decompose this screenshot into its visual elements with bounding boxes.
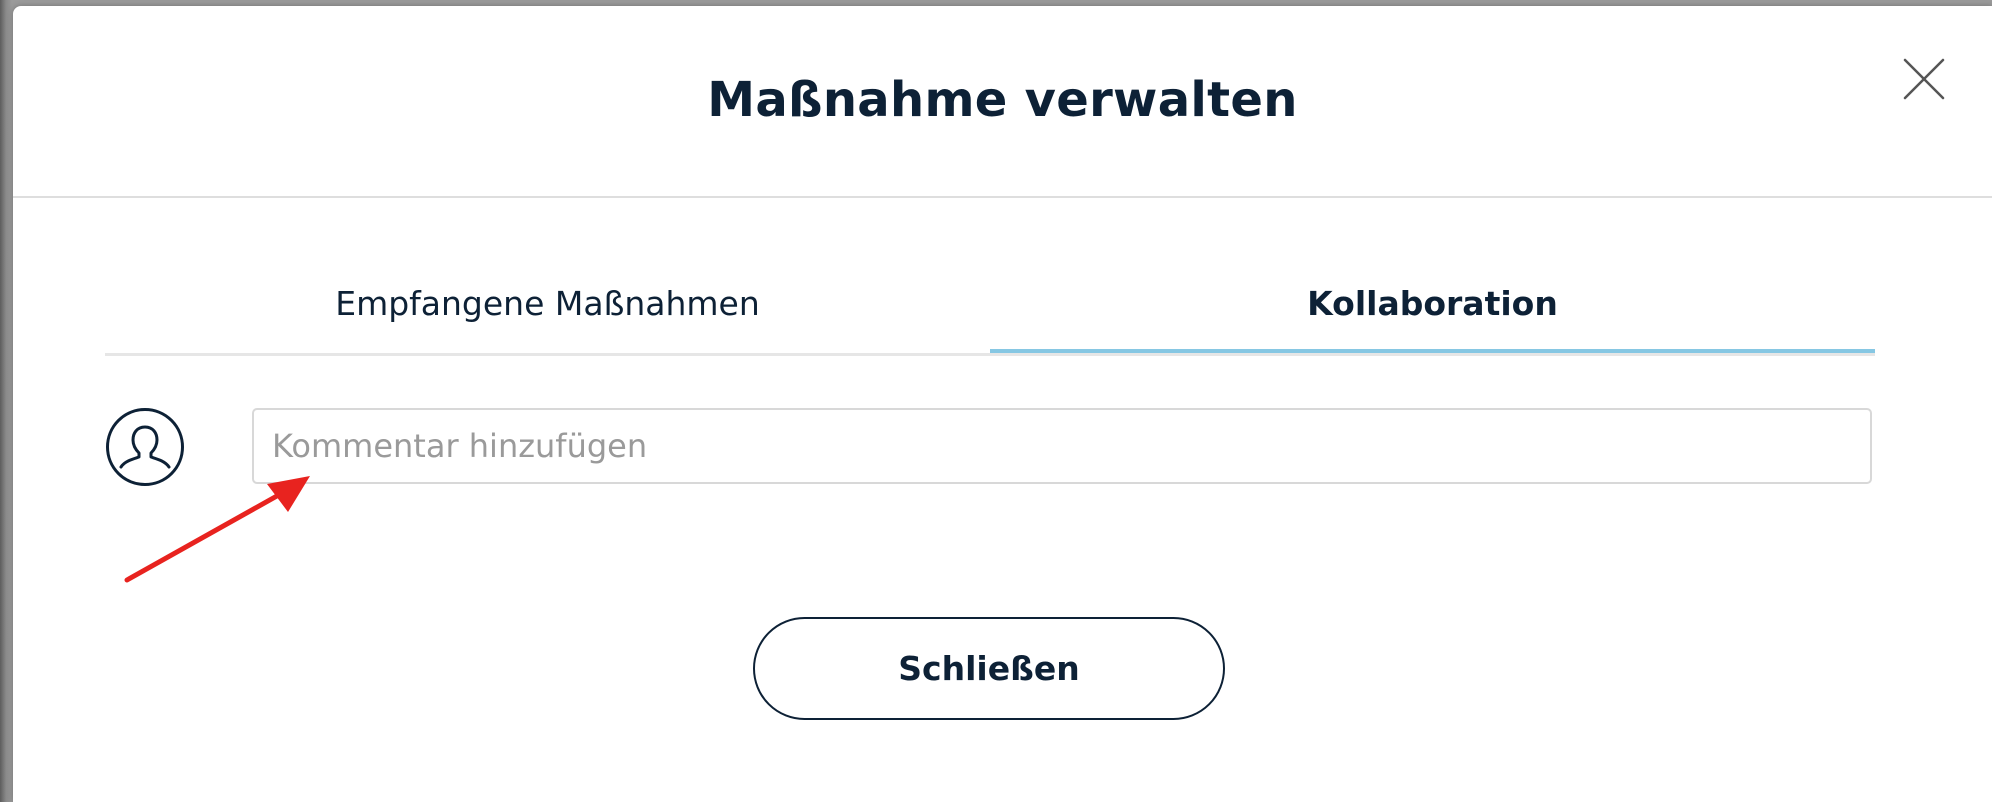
dialog-title: Maßnahme verwalten	[707, 72, 1298, 128]
tab-divider	[105, 353, 1875, 356]
dialog-header: Maßnahme verwalten	[13, 6, 1992, 198]
tab-collaboration[interactable]: Kollaboration	[990, 254, 1875, 356]
close-icon	[1903, 58, 1945, 100]
comment-input[interactable]	[252, 408, 1872, 484]
tab-received-measures[interactable]: Empfangene Maßnahmen	[105, 254, 990, 356]
tab-label: Kollaboration	[1307, 284, 1558, 323]
close-dialog-button[interactable]: Schließen	[753, 617, 1225, 720]
tab-bar: Empfangene Maßnahmen Kollaboration	[105, 254, 1875, 356]
user-avatar-icon	[105, 407, 185, 487]
close-button[interactable]	[1901, 56, 1947, 102]
tab-label: Empfangene Maßnahmen	[335, 284, 760, 323]
